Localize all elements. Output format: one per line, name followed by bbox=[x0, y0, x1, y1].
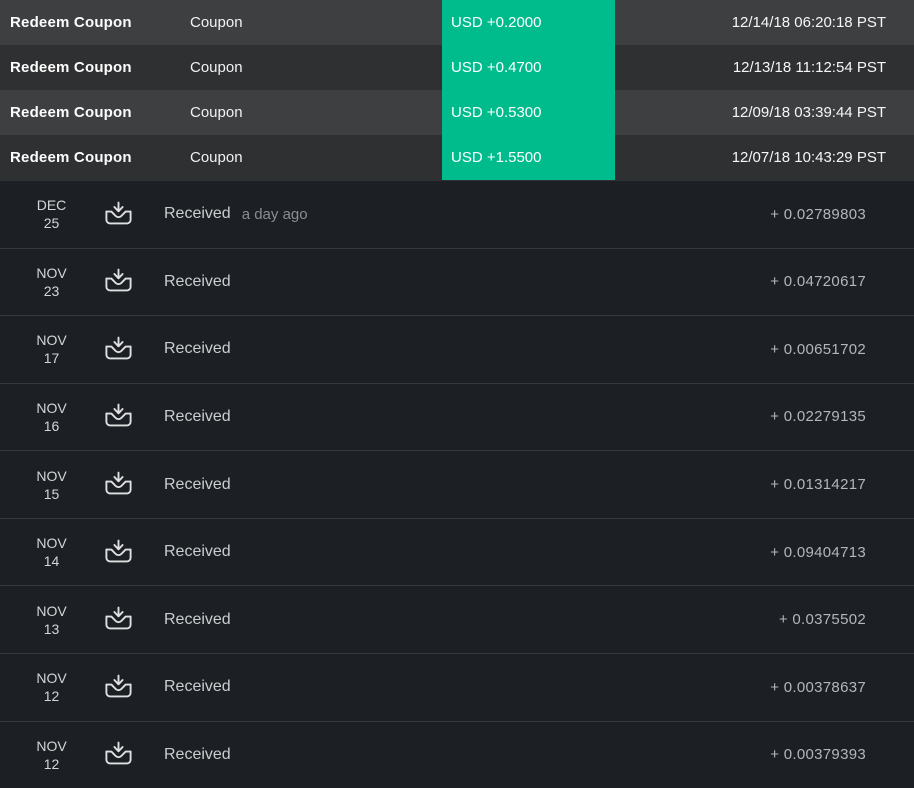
coupon-timestamp: 12/14/18 06:20:18 PST bbox=[731, 14, 886, 31]
transaction-month: NOV bbox=[36, 602, 67, 619]
coupon-type-label: Coupon bbox=[190, 59, 243, 76]
transaction-row[interactable]: NOV 16 Received + 0.02279135 bbox=[0, 382, 914, 451]
transaction-list: DEC 25 Received a day ago + 0.02789803 N… bbox=[0, 180, 914, 788]
transaction-row[interactable]: NOV 14 Received + 0.09404713 bbox=[0, 517, 914, 586]
transaction-month: NOV bbox=[36, 670, 67, 687]
coupon-row[interactable]: Redeem Coupon Coupon USD +0.2000 12/14/1… bbox=[0, 0, 914, 45]
coupon-type-label: Coupon bbox=[190, 149, 243, 166]
transaction-row[interactable]: NOV 15 Received + 0.01314217 bbox=[0, 450, 914, 518]
transaction-row[interactable]: NOV 12 Received + 0.00379393 bbox=[0, 720, 914, 788]
receive-icon bbox=[105, 471, 132, 495]
transaction-type-label: Received bbox=[164, 407, 231, 425]
transaction-amount: + 0.09404713 bbox=[770, 543, 866, 561]
transaction-type-label: Received bbox=[164, 340, 231, 358]
coupon-amount-text: USD +0.5300 bbox=[451, 104, 542, 121]
coupon-row[interactable]: Redeem Coupon Coupon USD +1.5500 12/07/1… bbox=[0, 135, 914, 180]
receive-icon bbox=[105, 201, 132, 225]
transaction-amount: + 0.00379393 bbox=[770, 746, 866, 764]
transaction-date: DEC 25 bbox=[0, 196, 103, 232]
transaction-row[interactable]: DEC 25 Received a day ago + 0.02789803 bbox=[0, 181, 914, 248]
transaction-amount: + 0.02279135 bbox=[770, 408, 866, 426]
transaction-month: NOV bbox=[36, 332, 67, 349]
transaction-date: NOV 13 bbox=[0, 602, 103, 638]
coupon-amount-cell: USD +0.5300 bbox=[442, 90, 615, 135]
coupon-type-label: Coupon bbox=[190, 14, 243, 31]
transaction-relative-time: a day ago bbox=[241, 205, 308, 223]
receive-icon bbox=[105, 336, 132, 360]
coupon-history-table: Redeem Coupon Coupon USD +0.2000 12/14/1… bbox=[0, 0, 914, 180]
coupon-amount-cell: USD +1.5500 bbox=[442, 135, 615, 180]
coupon-timestamp: 12/09/18 03:39:44 PST bbox=[731, 104, 886, 121]
transaction-type-label: Received bbox=[164, 475, 231, 493]
transaction-month: NOV bbox=[36, 264, 67, 281]
transaction-type-label: Received bbox=[164, 272, 231, 290]
transaction-day: 25 bbox=[43, 215, 60, 232]
coupon-amount-cell: USD +0.2000 bbox=[442, 0, 615, 45]
coupon-action-label: Redeem Coupon bbox=[10, 14, 132, 31]
transaction-month: DEC bbox=[36, 197, 67, 214]
coupon-amount-text: USD +0.4700 bbox=[451, 59, 542, 76]
transaction-day: 13 bbox=[43, 620, 60, 637]
transaction-day: 17 bbox=[43, 350, 60, 367]
coupon-action-label: Redeem Coupon bbox=[10, 104, 132, 121]
receive-icon bbox=[105, 741, 132, 765]
receive-icon bbox=[105, 606, 132, 630]
coupon-action-label: Redeem Coupon bbox=[10, 149, 132, 166]
transaction-amount: + 0.00378637 bbox=[770, 678, 866, 696]
transaction-date: NOV 23 bbox=[0, 264, 103, 300]
transaction-day: 16 bbox=[43, 417, 60, 434]
transaction-amount: + 0.02789803 bbox=[770, 205, 866, 223]
transaction-type-label: Received bbox=[164, 745, 231, 763]
transaction-amount: + 0.04720617 bbox=[770, 273, 866, 291]
transaction-amount: + 0.0375502 bbox=[778, 611, 866, 629]
transaction-month: NOV bbox=[36, 737, 67, 754]
receive-icon bbox=[105, 674, 132, 698]
transaction-day: 15 bbox=[43, 485, 60, 502]
transaction-row[interactable]: NOV 23 Received + 0.04720617 bbox=[0, 247, 914, 316]
receive-icon bbox=[105, 404, 132, 427]
transaction-type-label: Received bbox=[164, 205, 231, 223]
coupon-action-label: Redeem Coupon bbox=[10, 59, 132, 76]
transaction-date: NOV 15 bbox=[0, 467, 103, 503]
transaction-month: NOV bbox=[36, 399, 67, 416]
transaction-month: NOV bbox=[36, 535, 67, 552]
transaction-month: NOV bbox=[36, 467, 67, 484]
coupon-amount-text: USD +0.2000 bbox=[451, 14, 542, 31]
transaction-date: NOV 16 bbox=[0, 399, 103, 435]
receive-icon bbox=[105, 268, 132, 292]
transaction-date: NOV 12 bbox=[0, 737, 103, 773]
coupon-timestamp: 12/07/18 10:43:29 PST bbox=[731, 149, 886, 166]
coupon-row[interactable]: Redeem Coupon Coupon USD +0.4700 12/13/1… bbox=[0, 45, 914, 90]
transaction-row[interactable]: NOV 13 Received + 0.0375502 bbox=[0, 585, 914, 653]
transaction-amount: + 0.00651702 bbox=[770, 340, 866, 358]
transaction-day: 14 bbox=[43, 553, 60, 570]
coupon-row[interactable]: Redeem Coupon Coupon USD +0.5300 12/09/1… bbox=[0, 90, 914, 135]
transaction-row[interactable]: NOV 17 Received + 0.00651702 bbox=[0, 315, 914, 383]
transaction-date: NOV 17 bbox=[0, 331, 103, 367]
receive-icon bbox=[105, 539, 132, 562]
transaction-day: 12 bbox=[43, 688, 60, 705]
coupon-type-label: Coupon bbox=[190, 104, 243, 121]
transaction-day: 23 bbox=[43, 282, 60, 299]
coupon-timestamp: 12/13/18 11:12:54 PST bbox=[732, 59, 886, 76]
transaction-type-label: Received bbox=[164, 543, 231, 561]
transaction-type-label: Received bbox=[164, 678, 231, 696]
coupon-amount-text: USD +1.5500 bbox=[451, 149, 542, 166]
transaction-amount: + 0.01314217 bbox=[770, 476, 866, 494]
transaction-day: 12 bbox=[43, 755, 60, 772]
transaction-type-label: Received bbox=[164, 610, 231, 628]
coupon-amount-cell: USD +0.4700 bbox=[442, 45, 615, 90]
transaction-date: NOV 12 bbox=[0, 669, 103, 705]
transaction-date: NOV 14 bbox=[0, 534, 103, 570]
transaction-row[interactable]: NOV 12 Received + 0.00378637 bbox=[0, 652, 914, 721]
